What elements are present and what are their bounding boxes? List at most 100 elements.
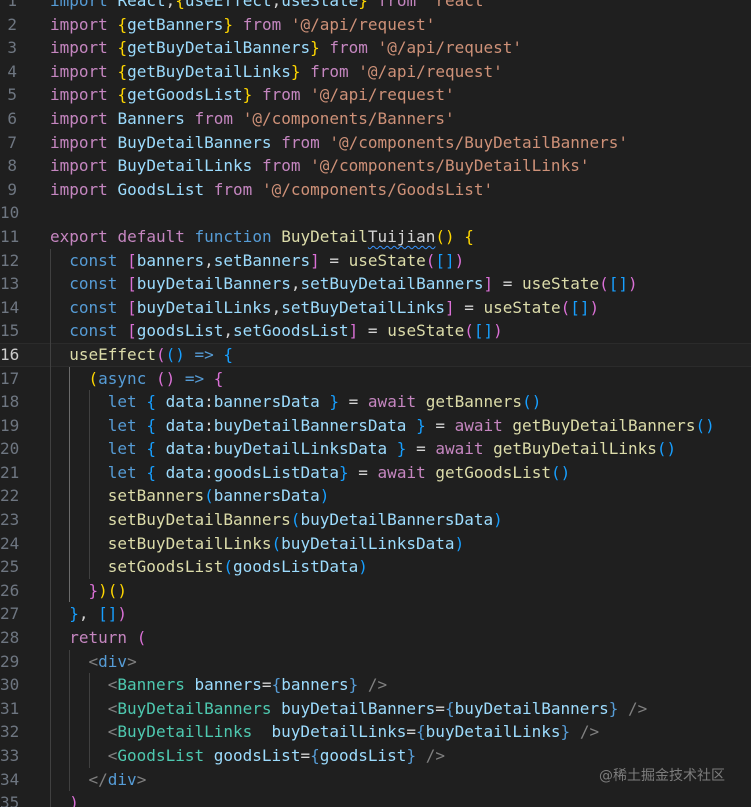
code-token: setBuyDetailLinks — [281, 297, 445, 317]
line-number: 18 — [0, 392, 20, 412]
line-code[interactable]: let { data:bannersData } = await getBann… — [108, 390, 542, 414]
line-code[interactable]: <GoodsList goodsList={goodsList} /> — [108, 744, 445, 768]
code-line[interactable]: 25 setGoodsList(goodsListData) — [0, 555, 751, 579]
line-number: 22 — [0, 486, 20, 506]
code-token: bannersData — [213, 392, 320, 412]
code-token: setGoodsList — [107, 557, 224, 577]
line-code[interactable]: import Banners from '@/components/Banner… — [50, 107, 455, 131]
line-code[interactable]: import {getGoodsList} from '@/api/reques… — [50, 83, 455, 107]
line-code[interactable]: const [buyDetailBanners,setBuyDetailBann… — [69, 272, 637, 296]
code-token: data — [165, 392, 205, 412]
line-code[interactable]: setBanners(bannersData) — [108, 484, 330, 508]
code-line[interactable]: 10 — [0, 201, 751, 225]
code-line[interactable]: 13 const [buyDetailBanners,setBuyDetailBa… — [0, 272, 751, 296]
code-line[interactable]: 27}, []) — [0, 602, 751, 627]
code-line[interactable]: 35) — [0, 791, 751, 807]
code-token: import — [50, 179, 108, 199]
code-line[interactable]: 16 useEffect(() => { — [0, 342, 751, 367]
code-line[interactable]: 4 import {getBuyDetailLinks} from '@/api/… — [0, 60, 751, 84]
line-code[interactable]: (async () => { — [89, 367, 224, 391]
watermark: @稀土掘金技术社区 — [599, 768, 725, 784]
code-line[interactable]: 9 import GoodsList from '@/components/Goo… — [0, 178, 751, 202]
line-code[interactable]: useEffect(() => { — [69, 343, 233, 367]
code-line[interactable]: 2 import {getBanners} from '@/api/request… — [0, 13, 751, 37]
code-line[interactable]: 8 import BuyDetailLinks from '@/component… — [0, 154, 751, 178]
line-code[interactable]: import GoodsList from '@/components/Good… — [50, 178, 493, 202]
code-line[interactable]: 22 setBanners(bannersData) — [0, 484, 751, 509]
code-line[interactable]: 24 setBuyDetailLinks(buyDetailLinksData) — [0, 531, 751, 556]
code-line[interactable]: 1 import React,{useEffect,useState} from … — [0, 0, 751, 13]
indent-guide — [50, 626, 51, 650]
line-number: 17 — [0, 368, 20, 388]
line-number: 9 — [7, 179, 17, 199]
code-line[interactable]: 18 let { data:bannersData } = await getBa… — [0, 390, 751, 414]
line-code[interactable]: return ( — [69, 626, 146, 650]
code-line[interactable]: 19 let { data:buyDetailBannersData } = aw… — [0, 413, 751, 438]
code-line[interactable]: 21 let { data:goodsListData} = await getG… — [0, 460, 751, 485]
code-line[interactable]: 14 const [buyDetailLinks,setBuyDetailLink… — [0, 295, 751, 320]
code-line[interactable]: 3 import {getBuyDetailBanners} from '@/ap… — [0, 36, 751, 60]
line-code[interactable]: import BuyDetailBanners from '@/componen… — [50, 131, 628, 155]
code-line[interactable]: 7 import BuyDetailBanners from '@/compone… — [0, 131, 751, 155]
code-line[interactable]: 23 setBuyDetailBanners(buyDetailBannersDa… — [0, 508, 751, 532]
code-token: /> — [579, 722, 600, 742]
code-token: () — [550, 462, 571, 482]
line-code[interactable]: })() — [89, 579, 128, 603]
code-line[interactable]: 17 (async () => { — [0, 366, 751, 391]
line-number: 2 — [7, 14, 17, 34]
line-code[interactable]: let { data:buyDetailLinksData } = await … — [108, 437, 676, 461]
code-token: ] — [483, 274, 494, 294]
line-code[interactable]: import BuyDetailLinks from '@/components… — [50, 154, 589, 178]
line-code[interactable]: <div> — [89, 650, 137, 674]
line-code[interactable]: setGoodsList(goodsListData) — [108, 555, 368, 579]
code-token: ( — [223, 557, 233, 577]
code-line[interactable]: 29 <div> — [0, 649, 751, 674]
line-code[interactable]: }, []) — [69, 602, 127, 626]
code-token: , — [204, 250, 214, 270]
code-line[interactable]: 15 const [goodsList,setGoodsList] = useSt… — [0, 319, 751, 343]
code-editor[interactable]: 1 import React,{useEffect,useState} from … — [0, 0, 751, 807]
code-token: ) — [454, 250, 465, 270]
code-token: [] — [98, 604, 118, 624]
code-line[interactable]: 26})() — [0, 578, 751, 603]
line-code[interactable]: let { data:buyDetailBannersData } = awai… — [108, 414, 715, 438]
code-line[interactable]: 31 <BuyDetailBanners buyDetailBanners={bu… — [0, 696, 751, 721]
line-code[interactable]: const [banners,setBanners] = useState([]… — [69, 249, 464, 273]
code-line[interactable]: 30 <Banners banners={banners} /> — [0, 673, 751, 697]
code-line[interactable]: 6 import Banners from '@/components/Banne… — [0, 107, 751, 131]
line-code[interactable]: <BuyDetailLinks buyDetailLinks={buyDetai… — [108, 720, 599, 744]
line-code[interactable]: <Banners banners={banners} /> — [108, 673, 387, 697]
indent-guide — [88, 555, 90, 579]
line-code[interactable]: const [goodsList,setGoodsList] = useStat… — [69, 319, 503, 343]
code-token: ] — [310, 250, 320, 270]
code-line[interactable]: 12 const [banners,setBanners] = useState(… — [0, 248, 751, 273]
code-line[interactable]: 32 <BuyDetailLinks buyDetailLinks={buyDet… — [0, 720, 751, 744]
line-code[interactable]: </div> — [89, 768, 147, 792]
line-code[interactable]: import {getBuyDetailLinks} from '@/api/r… — [50, 60, 503, 84]
code-line[interactable]: 11 export default function BuyDetailTuiji… — [0, 225, 751, 249]
line-code[interactable]: setBuyDetailBanners(buyDetailBannersData… — [108, 508, 503, 532]
code-token: ( — [155, 344, 166, 364]
code-line[interactable]: 5 import {getGoodsList} from '@/api/reque… — [0, 83, 751, 107]
code-token: [ — [127, 274, 137, 294]
line-code[interactable]: let { data:goodsListData} = await getGoo… — [108, 461, 570, 485]
line-code[interactable]: export default function BuyDetailTuijian… — [50, 225, 474, 249]
code-token: ( — [290, 510, 301, 530]
line-code[interactable]: setBuyDetailLinks(buyDetailLinksData) — [108, 532, 464, 556]
line-code[interactable]: import {getBuyDetailBanners} from '@/api… — [50, 36, 522, 60]
line-code[interactable]: import React,{useEffect,useState} from '… — [50, 0, 493, 13]
line-code[interactable]: import {getBanners} from '@/api/request' — [50, 13, 435, 37]
code-line[interactable]: 28 return ( — [0, 626, 751, 650]
line-code[interactable]: ) — [69, 791, 79, 807]
line-code[interactable]: const [buyDetailLinks,setBuyDetailLinks]… — [69, 296, 599, 320]
line-code[interactable]: <BuyDetailBanners buyDetailBanners={buyD… — [108, 697, 647, 721]
code-line[interactable]: 20 let { data:buyDetailLinksData } = awai… — [0, 437, 751, 461]
code-lines[interactable]: 1 import React,{useEffect,useState} from … — [0, 0, 751, 807]
